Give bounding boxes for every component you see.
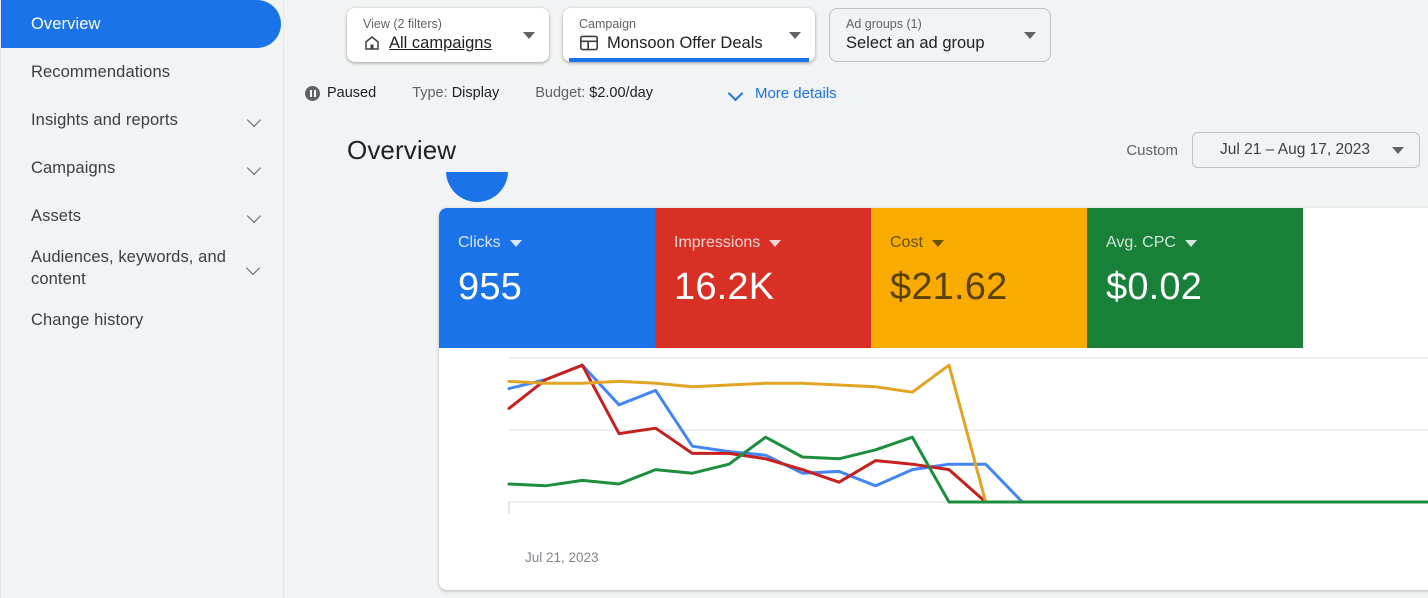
metric-tiles: Clicks 955 Impressions 16.2K Cost $21.62… — [439, 208, 1428, 348]
campaign-selector-value: Monsoon Offer Deals — [607, 34, 763, 52]
performance-overview-card: Clicks 955 Impressions 16.2K Cost $21.62… — [439, 208, 1428, 590]
performance-line-chart[interactable]: Jul 21, 2023 — [439, 348, 1428, 590]
view-selector[interactable]: View (2 filters) All campaigns — [347, 8, 549, 62]
metric-label-row: Cost — [890, 234, 1087, 252]
campaign-selector[interactable]: Campaign Monsoon Offer Deals — [563, 8, 815, 62]
ad-groups-selector-value: Select an ad group — [846, 34, 985, 52]
page-header-row: Overview Custom Jul 21 – Aug 17, 2023 — [285, 124, 1428, 176]
ad-groups-selector[interactable]: Ad groups (1) Select an ad group — [829, 8, 1051, 62]
date-range-controls: Custom Jul 21 – Aug 17, 2023 — [1126, 132, 1420, 168]
sidebar-item-label: Assets — [31, 206, 82, 225]
campaign-icon — [579, 34, 599, 52]
metric-label-row: Avg. CPC — [1106, 234, 1303, 252]
metric-tile-cost[interactable]: Cost $21.62 — [871, 208, 1087, 348]
chevron-down-icon — [245, 158, 265, 178]
metric-label-row: Impressions — [674, 234, 871, 252]
campaign-budget: Budget: $2.00/day — [535, 85, 653, 101]
dropdown-arrow-icon — [1392, 147, 1404, 154]
dropdown-arrow-icon — [523, 32, 535, 39]
metric-value: $21.62 — [890, 266, 1008, 308]
view-selector-caption: View (2 filters) — [363, 17, 442, 31]
sidebar-item-change-history[interactable]: Change history — [1, 296, 283, 344]
date-range-picker[interactable]: Jul 21 – Aug 17, 2023 — [1192, 132, 1420, 168]
sidebar-item-campaigns[interactable]: Campaigns — [1, 144, 283, 192]
metric-label: Clicks — [458, 234, 501, 251]
sidebar-item-insights-and-reports[interactable]: Insights and reports — [1, 96, 283, 144]
chevron-down-icon — [245, 110, 265, 130]
metric-value: $0.02 — [1106, 266, 1203, 308]
metric-label: Avg. CPC — [1106, 234, 1176, 251]
metric-value: 955 — [458, 266, 523, 308]
home-icon — [363, 34, 381, 52]
dropdown-arrow-icon[interactable] — [931, 239, 944, 247]
more-details-button[interactable]: More details — [727, 84, 837, 102]
ad-groups-selector-caption: Ad groups (1) — [846, 17, 922, 31]
campaign-type-value: Display — [451, 85, 500, 101]
more-details-label: More details — [754, 84, 837, 102]
dropdown-arrow-icon — [1024, 32, 1036, 39]
status-badge: Paused — [305, 85, 376, 101]
sidebar-item-label: Recommendations — [31, 62, 171, 81]
sidebar-item-label: Insights and reports — [31, 110, 178, 129]
campaign-selector-caption: Campaign — [579, 17, 636, 31]
pause-icon — [305, 85, 320, 101]
sidebar-item-label: Overview — [31, 14, 101, 33]
metric-tile-clicks[interactable]: Clicks 955 — [439, 208, 655, 348]
campaign-type-label: Type: — [412, 85, 448, 101]
campaign-status-row: Paused Type: Display Budget: $2.00/day M… — [285, 78, 1428, 108]
chart-x-axis-label: Jul 21, 2023 — [525, 550, 599, 565]
sidebar-nav: Overview Recommendations Insights and re… — [0, 0, 284, 598]
sidebar-item-recommendations[interactable]: Recommendations — [1, 48, 283, 96]
metric-tile-avg-cpc[interactable]: Avg. CPC $0.02 — [1087, 208, 1303, 348]
main-content: View (2 filters) All campaigns Campaign … — [285, 0, 1428, 598]
date-range-label: Jul 21 – Aug 17, 2023 — [1220, 141, 1370, 158]
dropdown-arrow-icon[interactable] — [1184, 239, 1197, 247]
sidebar-item-label: Campaigns — [31, 158, 116, 177]
chevron-down-icon — [244, 258, 264, 278]
campaign-budget-value: $2.00/day — [589, 85, 653, 101]
metric-tile-empty — [1303, 208, 1428, 348]
metric-value: 16.2K — [674, 266, 775, 308]
sidebar-item-overview[interactable]: Overview — [1, 0, 281, 48]
metric-label: Impressions — [674, 234, 761, 251]
campaign-budget-label: Budget: — [535, 85, 586, 101]
chevron-down-icon — [245, 206, 265, 226]
status-label: Paused — [327, 85, 377, 101]
dropdown-arrow-icon — [789, 32, 801, 39]
selector-bar: View (2 filters) All campaigns Campaign … — [285, 0, 1428, 70]
sidebar-item-label: Change history — [31, 310, 144, 329]
sidebar-item-assets[interactable]: Assets — [1, 192, 283, 240]
dropdown-arrow-icon[interactable] — [769, 239, 782, 247]
google-ads-overview-page: Overview Recommendations Insights and re… — [0, 0, 1428, 598]
page-title: Overview — [347, 134, 457, 165]
metric-label: Cost — [890, 234, 923, 251]
sidebar-item-label: Audiences, keywords, and content — [31, 247, 227, 288]
date-mode-label: Custom — [1126, 141, 1178, 159]
metric-tile-impressions[interactable]: Impressions 16.2K — [655, 208, 871, 348]
chevron-down-icon — [727, 84, 745, 102]
sidebar-item-audiences-keywords-content[interactable]: Audiences, keywords, and content — [1, 240, 283, 296]
view-selector-value: All campaigns — [389, 34, 492, 52]
campaign-type: Type: Display — [412, 85, 499, 101]
dropdown-arrow-icon[interactable] — [509, 239, 522, 247]
campaign-selected-indicator — [569, 58, 809, 62]
metric-label-row: Clicks — [458, 234, 655, 252]
